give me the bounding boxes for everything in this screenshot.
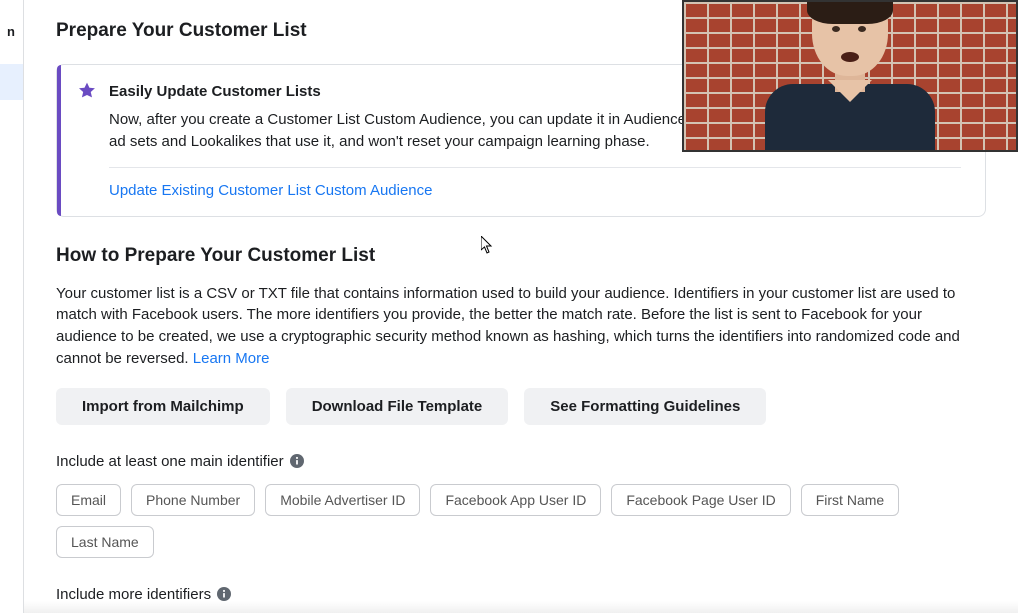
info-card-title: Easily Update Customer Lists — [109, 83, 321, 100]
presenter-video-overlay — [682, 0, 1018, 152]
chip-last-name[interactable]: Last Name — [56, 526, 154, 558]
sidebar-stub-label: n — [7, 24, 15, 39]
sidebar-active-item[interactable] — [0, 64, 23, 100]
info-card-divider — [109, 167, 961, 168]
update-existing-audience-link[interactable]: Update Existing Customer List Custom Aud… — [109, 182, 433, 199]
main-identifier-label: Include at least one main identifier — [56, 453, 986, 470]
chip-email[interactable]: Email — [56, 484, 121, 516]
more-identifier-label: Include more identifiers — [56, 586, 986, 603]
howto-title: How to Prepare Your Customer List — [56, 245, 986, 267]
more-identifier-label-text: Include more identifiers — [56, 586, 211, 603]
howto-text: Your customer list is a CSV or TXT file … — [56, 285, 960, 367]
chip-first-name[interactable]: First Name — [801, 484, 899, 516]
howto-description: Your customer list is a CSV or TXT file … — [56, 283, 986, 370]
see-formatting-button[interactable]: See Formatting Guidelines — [524, 388, 766, 425]
info-icon[interactable] — [217, 587, 231, 601]
sidebar-left: n — [0, 0, 24, 613]
main-identifier-label-text: Include at least one main identifier — [56, 453, 284, 470]
chip-facebook-page-user-id[interactable]: Facebook Page User ID — [611, 484, 790, 516]
action-button-row: Import from Mailchimp Download File Temp… — [56, 388, 986, 425]
info-icon[interactable] — [290, 454, 304, 468]
chip-phone-number[interactable]: Phone Number — [131, 484, 255, 516]
chip-mobile-advertiser-id[interactable]: Mobile Advertiser ID — [265, 484, 420, 516]
download-template-button[interactable]: Download File Template — [286, 388, 509, 425]
presenter-avatar — [760, 0, 940, 152]
import-mailchimp-button[interactable]: Import from Mailchimp — [56, 388, 270, 425]
chip-facebook-app-user-id[interactable]: Facebook App User ID — [430, 484, 601, 516]
main-identifier-chips: Email Phone Number Mobile Advertiser ID … — [56, 484, 986, 558]
learn-more-link[interactable]: Learn More — [193, 350, 270, 367]
star-icon — [77, 81, 97, 101]
